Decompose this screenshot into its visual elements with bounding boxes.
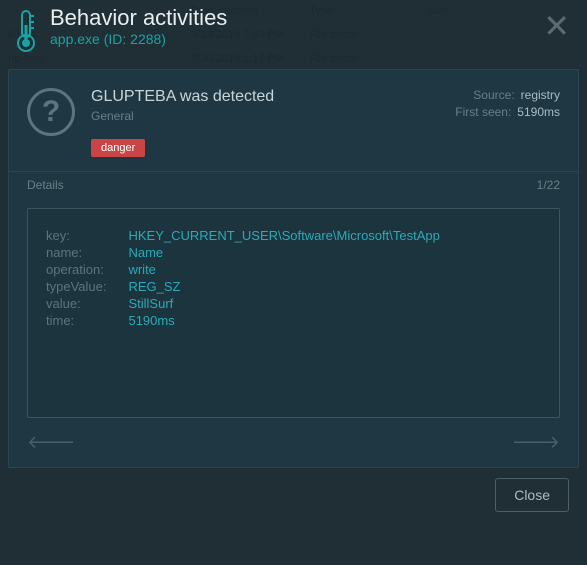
modal-title: Behavior activities: [50, 5, 528, 31]
category-label: General: [91, 109, 439, 123]
firstseen-value: 5190ms: [517, 105, 560, 119]
firstseen-label: First seen:: [455, 105, 511, 119]
pager-count: 1/22: [537, 178, 560, 192]
modal-overlay: Behavior activities app.exe (ID: 2288) ✕…: [0, 0, 587, 565]
detection-title: GLUPTEBA was detected: [91, 88, 439, 106]
question-icon: ?: [27, 88, 75, 136]
details-heading: Details: [27, 178, 64, 192]
modal-subtitle: app.exe (ID: 2288): [50, 31, 528, 47]
source-value: registry: [521, 88, 560, 102]
thermometer-icon: [12, 7, 40, 58]
detection-panel: ? GLUPTEBA was detected General danger S…: [8, 69, 579, 468]
close-button[interactable]: Close: [495, 478, 569, 512]
next-arrow-icon[interactable]: 🡒: [512, 432, 560, 453]
source-label: Source:: [473, 88, 514, 102]
details-body: key:HKEY_CURRENT_USER\Software\Microsoft…: [27, 208, 560, 418]
status-badge: danger: [91, 139, 145, 157]
prev-arrow-icon[interactable]: 🡐: [27, 432, 75, 453]
close-icon[interactable]: ✕: [538, 5, 575, 47]
